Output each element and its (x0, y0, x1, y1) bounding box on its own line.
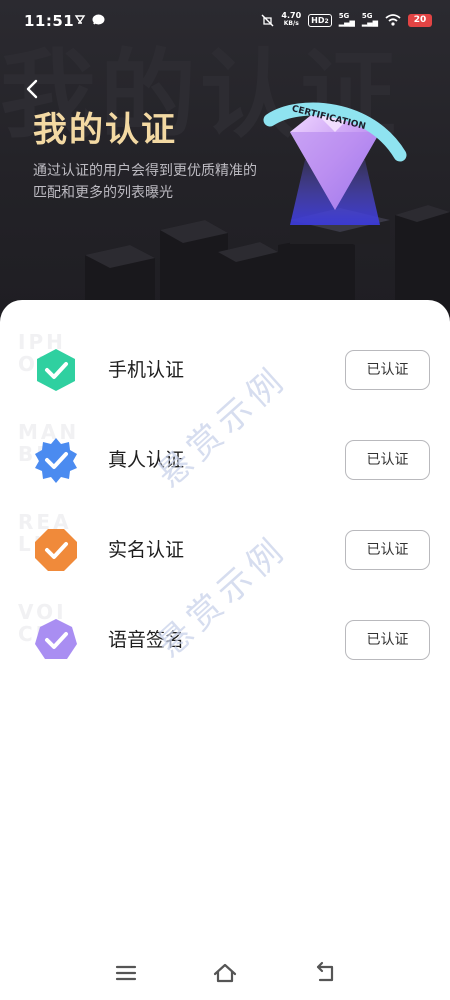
signal-2: 5G ▂▄▆ (361, 12, 378, 27)
status-bar: 11:51 4.70 KB/s HD2 5G ▂▄▆ 5G ▂▄▆ 20 (0, 0, 450, 44)
verified-button-phone[interactable]: 已认证 (345, 350, 430, 390)
home-icon[interactable] (212, 960, 238, 986)
wifi-icon (385, 14, 401, 26)
back-chevron-icon[interactable] (22, 78, 44, 100)
verified-button-voice-signature[interactable]: 已认证 (345, 620, 430, 660)
notification-icon (74, 15, 86, 24)
page-subtitle: 通过认证的用户会得到更优质精准的匹配和更多的列表曝光 (33, 163, 257, 201)
battery-indicator: 20 (408, 13, 432, 27)
verification-list: IPH ONE 手机认证 已认证 MAN BE 真人认证 已认证 REA LLY… (0, 300, 450, 1000)
message-icon (92, 14, 105, 25)
mute-icon (261, 14, 274, 26)
header-banner: 我的认证 CERTIFICATION 11:51 4.70 KB/s HD2 5… (0, 0, 450, 340)
system-nav-bar (0, 950, 450, 1000)
back-icon[interactable] (312, 960, 338, 986)
verified-button-real-person[interactable]: 已认证 (345, 440, 430, 480)
item-label: 手机认证 (108, 359, 185, 381)
check-hexagon-icon (37, 349, 75, 391)
menu-icon[interactable] (113, 960, 139, 986)
certification-gem-icon: CERTIFICATION (263, 102, 407, 225)
check-star-badge-icon (35, 438, 77, 483)
page-title: 我的认证 (33, 110, 177, 150)
network-speed: 4.70 KB/s (281, 11, 302, 28)
signal-1: 5G ▂▄▆ (338, 12, 355, 27)
status-time: 11:51 (24, 12, 75, 30)
check-octagon-icon (35, 529, 77, 571)
check-heptagon-icon (35, 619, 77, 659)
item-label: 实名认证 (108, 539, 185, 561)
hd-badge: HD2 (308, 13, 332, 27)
verified-button-real-name[interactable]: 已认证 (345, 530, 430, 570)
